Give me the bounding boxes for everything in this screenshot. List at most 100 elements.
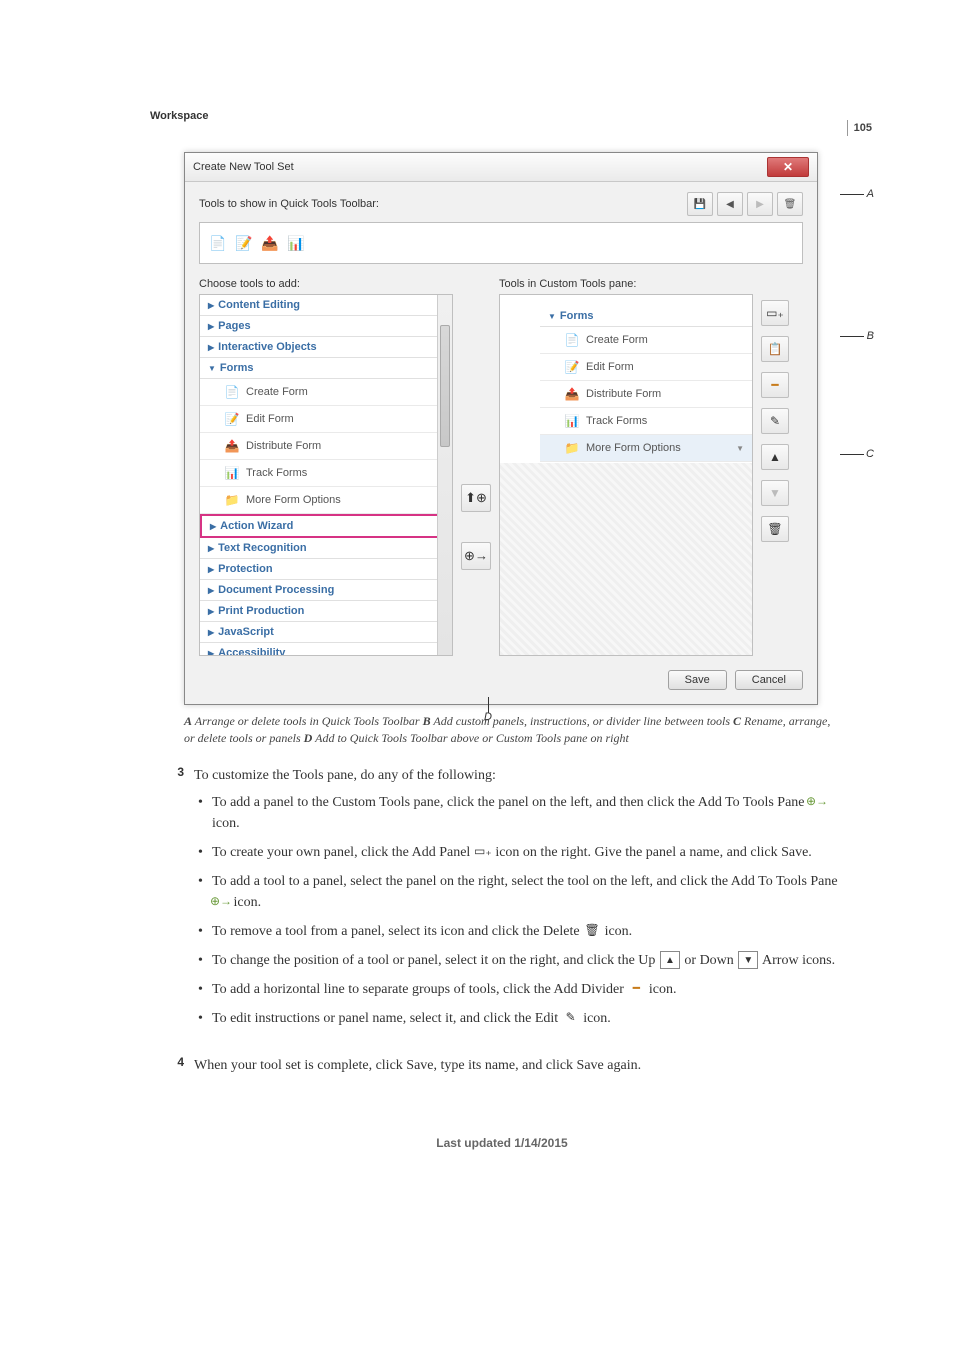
list-item: To create your own panel, click the Add … <box>194 842 854 863</box>
edit-form-icon: 📝 <box>564 359 580 375</box>
tool-create-form[interactable]: 📄Create Form <box>200 379 452 406</box>
delete-icon: 🗑 <box>583 923 601 937</box>
step-4-text: When your tool set is complete, click Sa… <box>194 1055 854 1076</box>
chevron-down-icon: ▼ <box>208 364 216 373</box>
down-arrow-icon: ▼ <box>738 951 758 969</box>
choose-tools-label: Choose tools to add: <box>199 278 453 290</box>
category-text-recognition[interactable]: ▶Text Recognition <box>200 538 452 559</box>
options-icon: 📁 <box>224 492 240 508</box>
distribute-icon: 📤 <box>564 386 580 402</box>
chevron-right-icon: ▶ <box>208 343 214 352</box>
chevron-right-icon: ▶ <box>208 544 214 553</box>
callout-a: A <box>867 188 874 200</box>
footer-updated: Last updated 1/14/2015 <box>150 1136 854 1150</box>
add-to-pane-icon: ⊕→ <box>212 894 230 908</box>
figure-caption: A Arrange or delete tools in Quick Tools… <box>184 713 844 747</box>
section-heading: Workspace <box>150 110 854 122</box>
category-document-processing[interactable]: ▶Document Processing <box>200 580 452 601</box>
chevron-right-icon: ▶ <box>208 649 214 657</box>
edit-form-icon: 📝 <box>224 411 240 427</box>
up-arrow-icon: ▲ <box>660 951 680 969</box>
form-icon: 📄 <box>564 332 580 348</box>
empty-area <box>500 463 752 655</box>
list-item: To remove a tool from a panel, select it… <box>194 921 854 942</box>
panel-header-forms[interactable]: ▼Forms <box>540 306 752 327</box>
chevron-right-icon: ▶ <box>208 607 214 616</box>
close-button[interactable]: ✕ <box>767 157 809 177</box>
list-item: To edit instructions or panel name, sele… <box>194 1008 854 1029</box>
cancel-button[interactable]: Cancel <box>735 670 803 690</box>
scrollbar[interactable] <box>437 295 452 655</box>
add-to-quicktools-button[interactable]: ⬆⊕ <box>461 484 491 512</box>
quicktool-icon[interactable]: 📝 <box>234 233 254 253</box>
next-button[interactable]: ▶ <box>747 192 773 216</box>
custom-tools-label: Tools in Custom Tools pane: <box>499 278 753 290</box>
move-down-button[interactable]: ▼ <box>761 480 789 506</box>
chevron-right-icon: ▶ <box>208 322 214 331</box>
step-3-intro: To customize the Tools pane, do any of t… <box>194 768 496 783</box>
step-3-number: 3 <box>150 765 194 1037</box>
list-item: To add a tool to a panel, select the pan… <box>194 871 854 913</box>
page-number: 105 <box>847 120 872 136</box>
quicktool-icon[interactable]: 📊 <box>286 233 306 253</box>
save-button[interactable]: Save <box>668 670 727 690</box>
tool-more-form-options[interactable]: 📁More Form Options▼ <box>200 487 452 514</box>
list-item: To add a panel to the Custom Tools pane,… <box>194 792 854 834</box>
prev-button[interactable]: ◀ <box>717 192 743 216</box>
tool-track-forms[interactable]: 📊Track Forms <box>200 460 452 487</box>
add-to-tools-pane-button[interactable]: ⊕→ <box>461 542 491 570</box>
add-instructions-button[interactable]: 📋 <box>761 336 789 362</box>
tool-edit-form[interactable]: 📝Edit Form <box>200 406 452 433</box>
r-tool-edit-form[interactable]: 📝Edit Form <box>540 354 752 381</box>
category-protection[interactable]: ▶Protection <box>200 559 452 580</box>
custom-tools-panel: ▼Forms 📄Create Form 📝Edit Form 📤Distribu… <box>499 294 753 656</box>
delete-quicktool-button[interactable]: 🗑 <box>777 192 803 216</box>
r-tool-create-form[interactable]: 📄Create Form <box>540 327 752 354</box>
list-item: To add a horizontal line to separate gro… <box>194 979 854 1000</box>
add-to-pane-icon: ⊕→ <box>808 794 826 808</box>
r-tool-track-forms[interactable]: 📊Track Forms <box>540 408 752 435</box>
dialog-screenshot: Create New Tool Set ✕ Tools to show in Q… <box>184 152 854 705</box>
category-javascript[interactable]: ▶JavaScript <box>200 622 452 643</box>
callout-b: B <box>867 330 874 342</box>
edit-button[interactable]: ✎ <box>761 408 789 434</box>
category-interactive-objects[interactable]: ▶Interactive Objects <box>200 337 452 358</box>
chevron-right-icon: ▶ <box>208 628 214 637</box>
category-pages[interactable]: ▶Pages <box>200 316 452 337</box>
track-icon: 📊 <box>224 465 240 481</box>
chevron-down-icon: ▼ <box>736 444 744 453</box>
chevron-right-icon: ▶ <box>208 586 214 595</box>
form-icon: 📄 <box>224 384 240 400</box>
category-content-editing[interactable]: ▶Content Editing <box>200 295 452 316</box>
tool-distribute-form[interactable]: 📤Distribute Form <box>200 433 452 460</box>
track-icon: 📊 <box>564 413 580 429</box>
category-forms[interactable]: ▼Forms <box>200 358 452 379</box>
quick-tools-label: Tools to show in Quick Tools Toolbar: <box>199 198 379 210</box>
r-tool-more-form-options[interactable]: 📁More Form Options▼ <box>540 435 752 462</box>
add-panel-button[interactable]: ▭₊ <box>761 300 789 326</box>
chevron-right-icon: ▶ <box>208 301 214 310</box>
category-print-production[interactable]: ▶Print Production <box>200 601 452 622</box>
divider-icon: ━ <box>627 981 645 995</box>
r-tool-distribute-form[interactable]: 📤Distribute Form <box>540 381 752 408</box>
callout-c: C <box>866 448 874 460</box>
category-action-wizard[interactable]: ▶Action Wizard <box>200 514 452 538</box>
edit-pencil-icon: ✎ <box>562 1010 580 1024</box>
quick-tools-toolbar: 📄 📝 📤 📊 <box>199 222 803 264</box>
add-panel-icon: ▭₊ <box>474 844 492 858</box>
scroll-thumb[interactable] <box>440 325 450 447</box>
chevron-down-icon: ▼ <box>548 312 556 321</box>
quicktool-icon[interactable]: 📄 <box>208 233 228 253</box>
delete-tool-button[interactable]: 🗑 <box>761 516 789 542</box>
quicktool-icon[interactable]: 📤 <box>260 233 280 253</box>
move-up-button[interactable]: ▲ <box>761 444 789 470</box>
add-divider-button[interactable]: ━ <box>761 372 789 398</box>
source-tools-panel: ▶Content Editing ▶Pages ▶Interactive Obj… <box>199 294 453 656</box>
save-toolset-icon[interactable]: 💾 <box>687 192 713 216</box>
list-item: To change the position of a tool or pane… <box>194 950 854 971</box>
dialog-title: Create New Tool Set <box>193 161 294 173</box>
chevron-right-icon: ▶ <box>208 565 214 574</box>
step-4-number: 4 <box>150 1055 194 1076</box>
category-accessibility[interactable]: ▶Accessibility <box>200 643 452 656</box>
distribute-icon: 📤 <box>224 438 240 454</box>
